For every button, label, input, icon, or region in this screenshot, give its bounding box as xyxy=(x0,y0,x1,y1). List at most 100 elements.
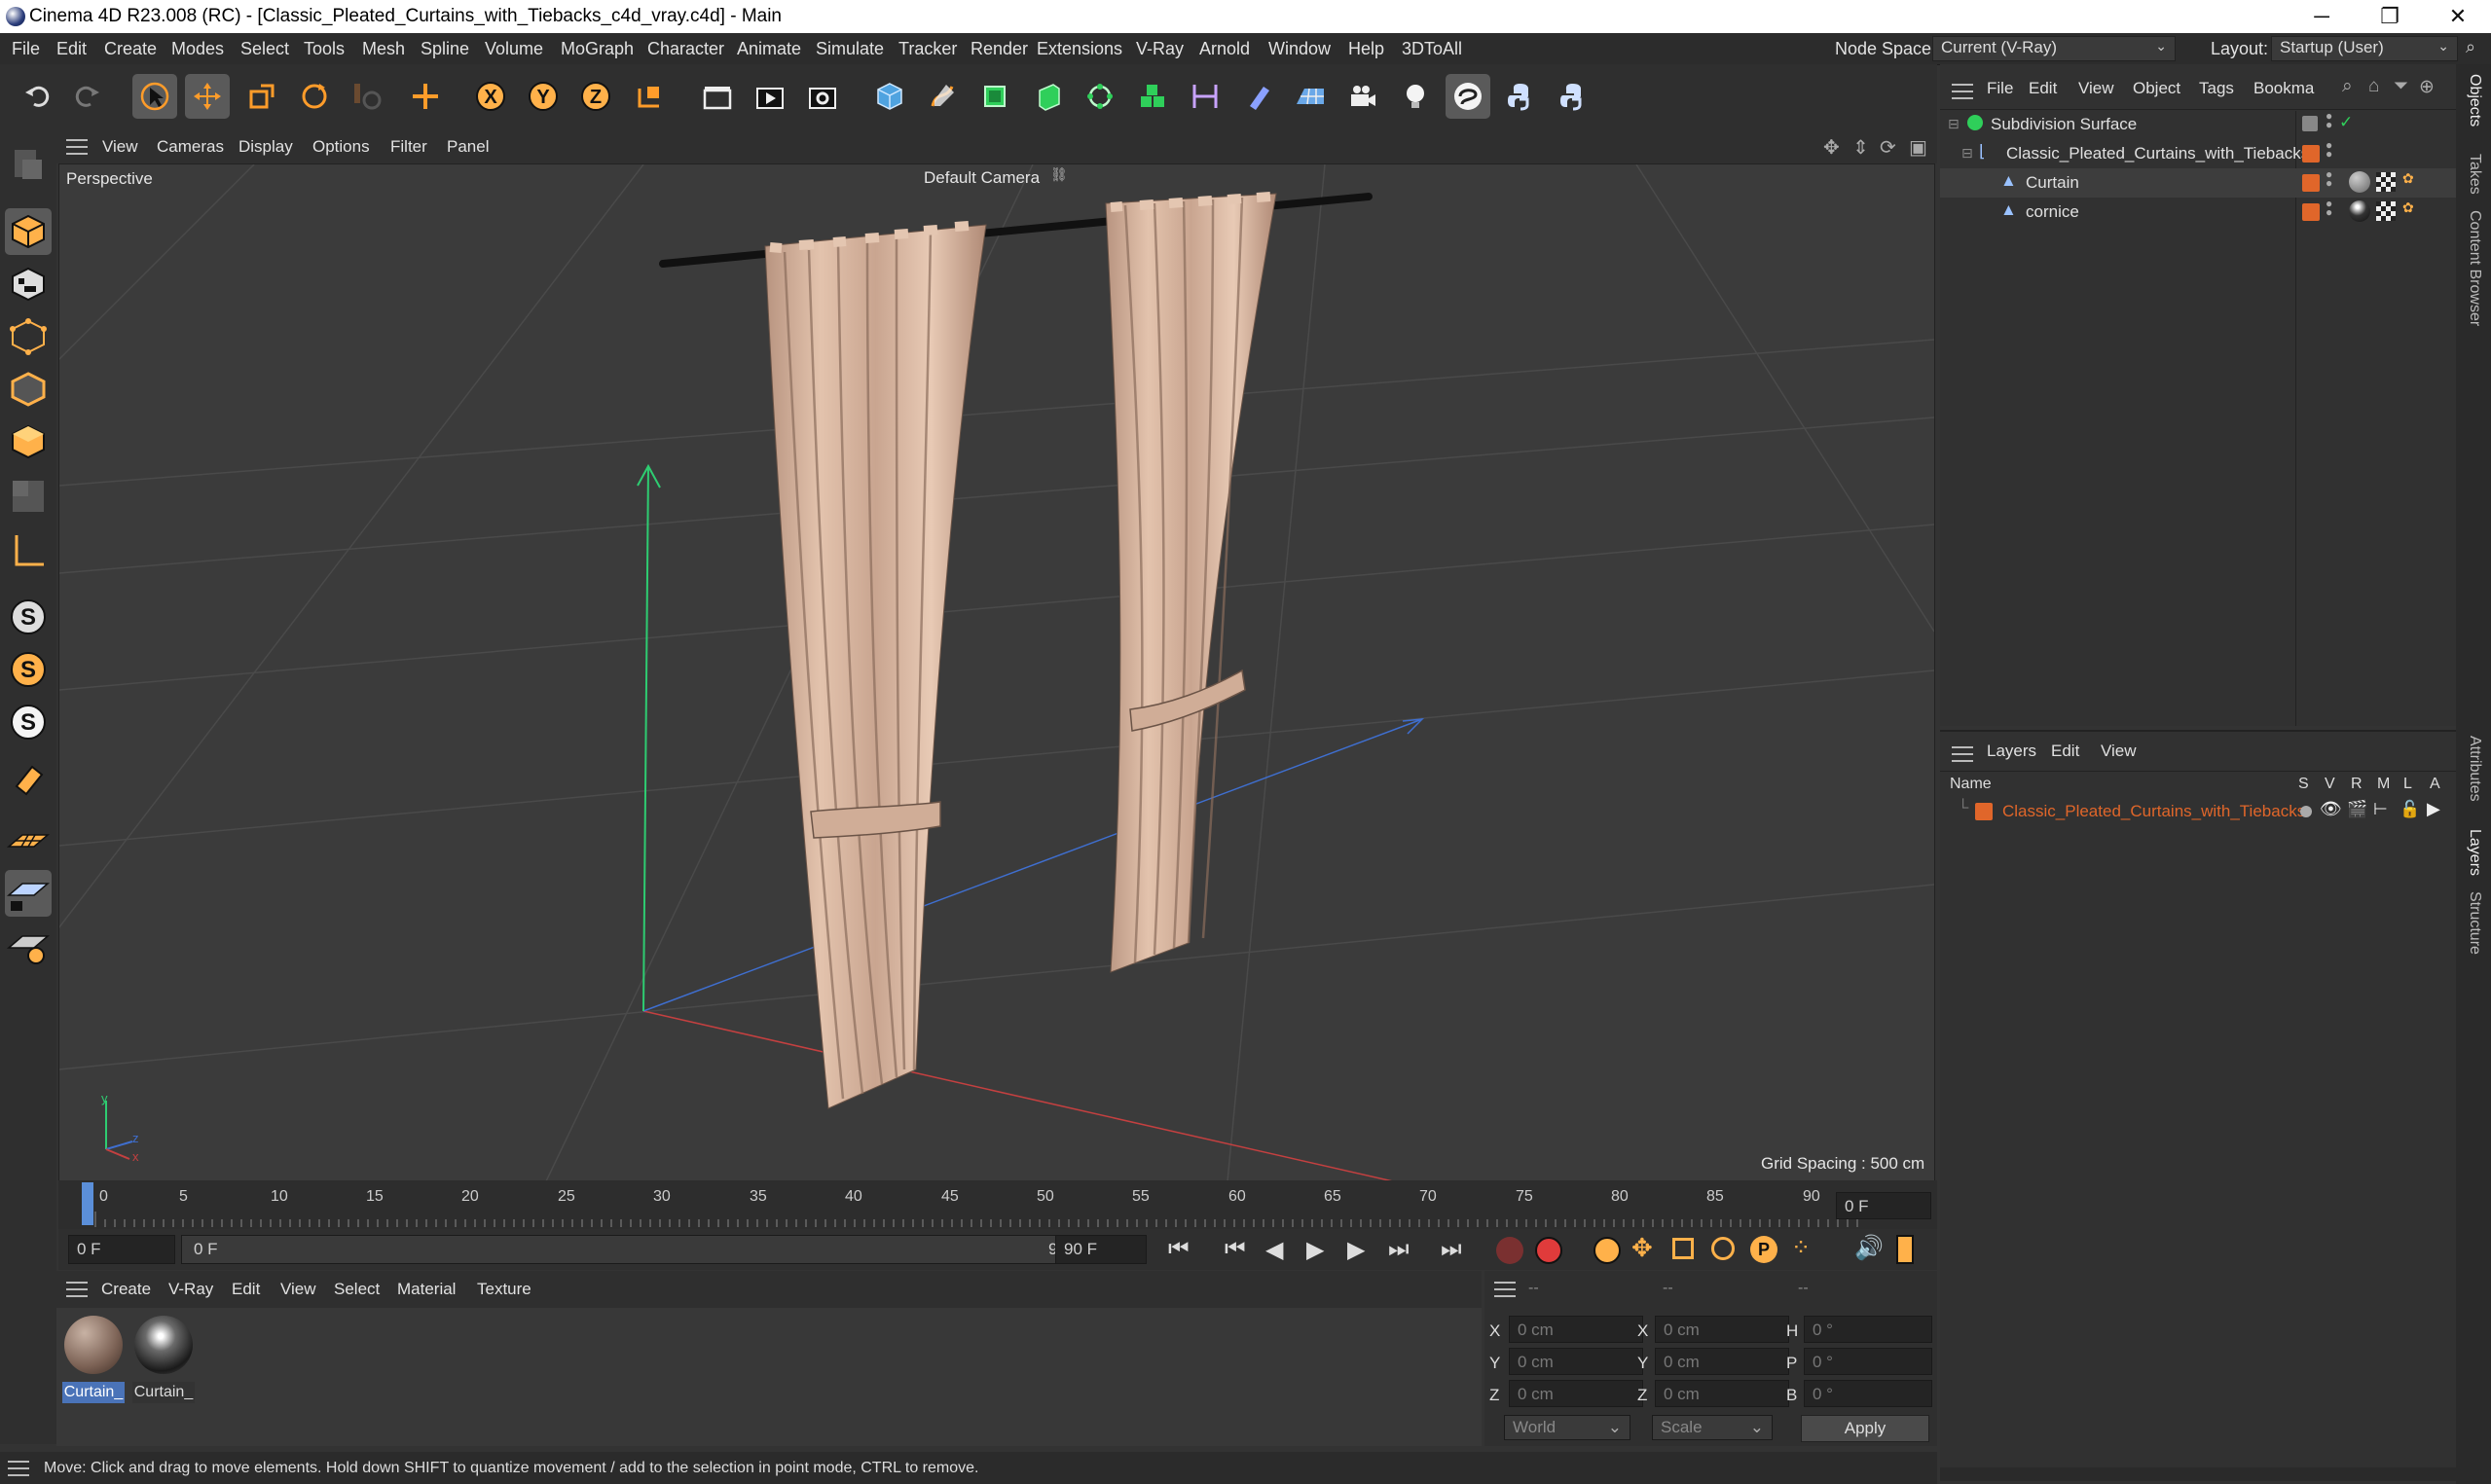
render-view-button[interactable] xyxy=(695,74,740,119)
menu-help[interactable]: Help xyxy=(1348,39,1384,59)
material-menu-texture[interactable]: Texture xyxy=(477,1280,531,1299)
key-position-icon[interactable]: ✥ xyxy=(1631,1233,1653,1263)
uvw-tag-icon[interactable] xyxy=(2376,201,2396,221)
menu-window[interactable]: Window xyxy=(1268,39,1331,59)
material-menu-vray[interactable]: V-Ray xyxy=(168,1280,213,1299)
menu-edit[interactable]: Edit xyxy=(56,39,87,59)
redo-button[interactable] xyxy=(64,74,109,119)
tab-attributes[interactable]: Attributes xyxy=(2466,736,2483,802)
new-window-icon[interactable]: ⊕ xyxy=(2419,76,2435,98)
object-row[interactable]: ⊟ Subdivision Surface ● ● ✓ xyxy=(1940,110,2456,139)
filter-icon[interactable]: ⏷ xyxy=(2394,76,2408,97)
edges-mode-button[interactable] xyxy=(5,366,52,413)
menu-vray[interactable]: V-Ray xyxy=(1136,39,1184,59)
layers-menu-edit[interactable]: Edit xyxy=(2051,742,2079,761)
object-row[interactable]: ▲ cornice ● ● ✿ xyxy=(1940,198,2456,227)
viewport-menu-cameras[interactable]: Cameras xyxy=(157,137,224,157)
horizontal-scrollbar[interactable] xyxy=(1940,1467,2456,1481)
next-key-icon[interactable]: ⏭ xyxy=(1388,1236,1410,1263)
playhead[interactable] xyxy=(82,1182,93,1225)
collapse-icon[interactable]: ⊟ xyxy=(1948,116,1960,132)
orbit-view-icon[interactable]: ⟳ xyxy=(1880,135,1896,160)
end-frame-field[interactable]: 90 F xyxy=(1055,1235,1147,1264)
vray-tag-icon[interactable]: ✿ xyxy=(2402,170,2414,187)
rot-b-field[interactable]: 0 ° xyxy=(1804,1380,1932,1407)
extrude-button[interactable] xyxy=(1025,74,1070,119)
hamburger-icon[interactable] xyxy=(1494,1282,1516,1297)
lock-workplane-button[interactable] xyxy=(5,870,52,917)
hamburger-icon[interactable] xyxy=(1952,746,1973,762)
cube-primitive-button[interactable] xyxy=(867,74,912,119)
vray-tag-icon[interactable]: ✿ xyxy=(2402,199,2414,216)
key-param-icon[interactable]: P xyxy=(1750,1236,1777,1263)
cloner-button[interactable] xyxy=(1078,74,1122,119)
visibility-dots-icon[interactable]: ● ● xyxy=(2326,168,2332,189)
layers-menu-layers[interactable]: Layers xyxy=(1987,742,2036,761)
next-frame-icon[interactable]: ▶ xyxy=(1347,1236,1365,1264)
collapse-icon[interactable]: ⊟ xyxy=(1961,145,1973,162)
layer-color-swatch[interactable] xyxy=(1975,803,1993,820)
snap-button[interactable]: S xyxy=(5,594,52,640)
keyframe-selection-icon[interactable] xyxy=(1594,1237,1621,1264)
uvw-tag-icon[interactable] xyxy=(2376,172,2396,192)
render-to-picture-viewer-button[interactable] xyxy=(748,74,792,119)
menu-volume[interactable]: Volume xyxy=(485,39,543,59)
menu-mesh[interactable]: Mesh xyxy=(362,39,405,59)
lock-icon[interactable]: 🔓 xyxy=(2399,800,2420,819)
tab-objects[interactable]: Objects xyxy=(2466,74,2483,127)
menu-animate[interactable]: Animate xyxy=(737,39,801,59)
autokey-icon[interactable] xyxy=(1535,1237,1562,1264)
object-menu-edit[interactable]: Edit xyxy=(2029,79,2057,98)
home-icon[interactable]: ⌂ xyxy=(2368,76,2379,97)
field-button[interactable] xyxy=(1235,74,1280,119)
material-tag-icon[interactable] xyxy=(2349,200,2370,222)
light-button[interactable] xyxy=(1393,74,1438,119)
apply-button[interactable]: Apply xyxy=(1801,1415,1929,1442)
layer-row[interactable]: └ Classic_Pleated_Curtains_with_Tiebacks… xyxy=(1940,798,2456,825)
z-axis-lock-button[interactable]: Z xyxy=(573,74,618,119)
material-menu-select[interactable]: Select xyxy=(334,1280,380,1299)
snap-settings-button[interactable]: S xyxy=(5,646,52,693)
size-y-field[interactable]: 0 cm xyxy=(1655,1348,1789,1375)
size-mode-dropdown[interactable]: Scale ⌄ xyxy=(1652,1415,1773,1440)
go-to-start-icon[interactable]: ⏮ xyxy=(1168,1236,1190,1263)
close-button[interactable]: ✕ xyxy=(2424,0,2491,33)
current-frame-field[interactable]: 0 F xyxy=(1836,1192,1931,1219)
check-icon[interactable]: ✓ xyxy=(2339,113,2353,132)
key-scale-icon[interactable] xyxy=(1672,1238,1694,1259)
layer-color-swatch[interactable] xyxy=(2302,203,2320,221)
vray-button[interactable] xyxy=(1446,74,1490,119)
polygons-mode-button[interactable] xyxy=(5,418,52,465)
magnet-button[interactable] xyxy=(5,757,52,804)
visibility-dots-icon[interactable]: ● ● xyxy=(2326,139,2332,160)
layer-color-swatch[interactable] xyxy=(2302,174,2320,192)
eye-icon[interactable]: 👁 xyxy=(2320,799,2342,819)
size-z-field[interactable]: 0 cm xyxy=(1655,1380,1789,1407)
key-pla-icon[interactable]: ⁘ xyxy=(1791,1234,1811,1262)
material-menu-edit[interactable]: Edit xyxy=(232,1280,260,1299)
pan-view-icon[interactable]: ✥ xyxy=(1823,135,1840,160)
menu-3dtoall[interactable]: 3DToAll xyxy=(1402,39,1462,59)
material-swatch[interactable]: Curtain_ xyxy=(62,1314,125,1403)
layer-color-swatch[interactable] xyxy=(2302,145,2320,163)
menu-select[interactable]: Select xyxy=(240,39,289,59)
previous-frame-icon[interactable]: ◀ xyxy=(1265,1236,1283,1264)
texture-mode-button[interactable] xyxy=(5,261,52,308)
coordinate-system-button[interactable] xyxy=(627,74,672,119)
material-menu-material[interactable]: Material xyxy=(397,1280,456,1299)
material-tag-icon[interactable] xyxy=(2349,171,2370,193)
render-clapboard-icon[interactable]: 🎬 xyxy=(2347,800,2367,819)
visibility-dots-icon[interactable]: ● ● xyxy=(2326,198,2332,218)
menu-tracker[interactable]: Tracker xyxy=(898,39,957,59)
add-move-button[interactable] xyxy=(403,74,448,119)
zoom-view-icon[interactable]: ⇕ xyxy=(1852,135,1869,160)
maximize-view-icon[interactable]: ▣ xyxy=(1909,135,1927,160)
tab-layers[interactable]: Layers xyxy=(2466,829,2483,876)
subdivision-surface-button[interactable] xyxy=(972,74,1017,119)
hamburger-icon[interactable] xyxy=(66,1282,88,1297)
menu-simulate[interactable]: Simulate xyxy=(816,39,884,59)
menu-tools[interactable]: Tools xyxy=(304,39,345,59)
timeline-layout-icon[interactable] xyxy=(1896,1235,1914,1264)
select-tool-button[interactable] xyxy=(132,74,177,119)
key-rotation-icon[interactable] xyxy=(1711,1237,1735,1260)
